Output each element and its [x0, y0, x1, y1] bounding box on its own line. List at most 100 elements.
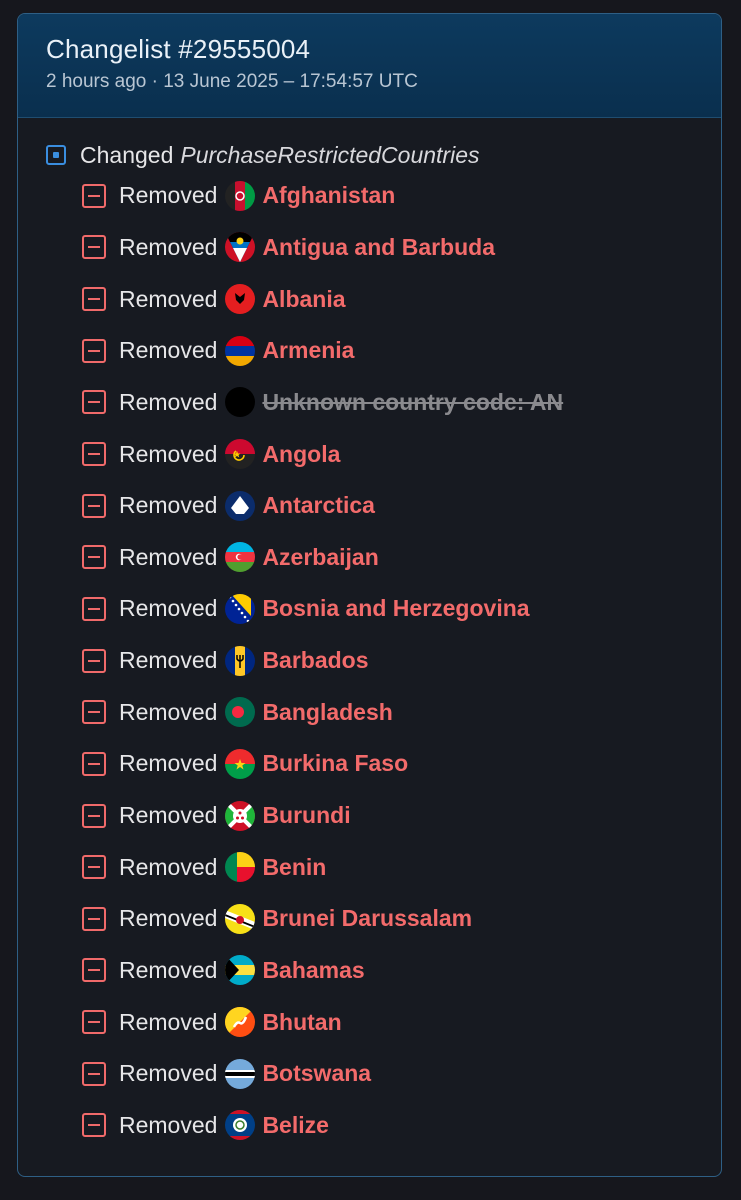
list-item: Removed Bangladesh [82, 686, 721, 738]
changed-icon [46, 145, 66, 165]
changelist-title[interactable]: Changelist #29555004 [46, 32, 721, 66]
list-item: Removed Bosnia and Herzegovina [82, 583, 721, 635]
burkina-faso-flag-icon [225, 748, 256, 779]
minus-icon [82, 596, 106, 621]
removed-label: Removed [119, 543, 218, 570]
removed-label: Removed [119, 905, 218, 932]
minus-icon [82, 648, 106, 673]
removed-label: Removed [119, 1111, 218, 1138]
removed-label: Removed [119, 647, 218, 674]
country-link[interactable]: Afghanistan [262, 182, 395, 209]
minus-icon [82, 442, 106, 467]
minus-icon [82, 183, 106, 208]
minus-icon [82, 700, 106, 725]
bosnia-and-herzegovina-flag-icon [225, 593, 256, 624]
changelist-body: Changed PurchaseRestrictedCountries Remo… [18, 118, 721, 1151]
list-item: Removed Albania [82, 273, 721, 325]
minus-icon [82, 855, 106, 880]
country-link[interactable]: Azerbaijan [262, 544, 378, 571]
antigua-and-barbuda-flag-icon [225, 232, 256, 263]
minus-icon [82, 803, 106, 828]
list-item: Removed Burundi [82, 790, 721, 842]
changed-field-name: PurchaseRestrictedCountries [180, 141, 480, 168]
minus-icon [82, 287, 106, 312]
burundi-flag-icon [225, 800, 256, 831]
unknown-flag-icon [225, 387, 256, 418]
country-link[interactable]: Angola [262, 441, 340, 468]
minus-icon [82, 1113, 106, 1138]
list-item: Removed Benin [82, 841, 721, 893]
minus-icon [82, 751, 106, 776]
country-link[interactable]: Antigua and Barbuda [262, 234, 495, 261]
albania-flag-icon [225, 284, 256, 315]
bangladesh-flag-icon [225, 697, 256, 728]
removed-label: Removed [119, 182, 218, 209]
list-item: Removed Burkina Faso [82, 738, 721, 790]
minus-icon [82, 906, 106, 931]
list-item: Removed Belize [82, 1100, 721, 1152]
list-item: Removed Bhutan [82, 996, 721, 1048]
country-link[interactable]: Burkina Faso [262, 750, 408, 777]
list-item: Removed Armenia [82, 325, 721, 377]
country-link[interactable]: Antarctica [262, 492, 374, 519]
botswana-flag-icon [225, 1058, 256, 1089]
minus-icon [82, 493, 106, 518]
list-item: Removed Antigua and Barbuda [82, 222, 721, 274]
antarctica-flag-icon [225, 490, 256, 521]
removed-label: Removed [119, 698, 218, 725]
minus-icon [82, 1061, 106, 1086]
changelist-timestamp: 2 hours ago · 13 June 2025 – 17:54:57 UT… [46, 71, 418, 92]
bahamas-flag-icon [225, 955, 256, 986]
list-item: Removed Antarctica [82, 480, 721, 532]
country-link[interactable]: Albania [262, 286, 345, 313]
brunei-flag-icon [225, 903, 256, 934]
removed-label: Removed [119, 440, 218, 467]
bhutan-flag-icon [225, 1007, 256, 1038]
country-link[interactable]: Bhutan [262, 1009, 341, 1036]
removed-label: Removed [119, 388, 218, 415]
list-item: Removed Azerbaijan [82, 531, 721, 583]
list-item: Removed Brunei Darussalam [82, 893, 721, 945]
minus-icon [82, 235, 106, 260]
removed-label: Removed [119, 956, 218, 983]
removed-label: Removed [119, 853, 218, 880]
changelist-card: Changelist #29555004 2 hours ago · 13 Ju… [17, 13, 722, 1177]
changed-entry: Changed PurchaseRestrictedCountries [46, 140, 721, 170]
changelist-header: Changelist #29555004 2 hours ago · 13 Ju… [18, 14, 721, 118]
removed-label: Removed [119, 233, 218, 260]
changed-label: Changed [80, 141, 174, 168]
list-item: Removed Angola [82, 428, 721, 480]
country-link[interactable]: Brunei Darussalam [262, 905, 472, 932]
country-link[interactable]: Belize [262, 1112, 328, 1139]
removed-label: Removed [119, 337, 218, 364]
list-item: Removed Botswana [82, 1048, 721, 1100]
removed-label: Removed [119, 750, 218, 777]
angola-flag-icon [225, 439, 256, 470]
barbados-flag-icon [225, 645, 256, 676]
belize-flag-icon [225, 1110, 256, 1141]
minus-icon [82, 390, 106, 415]
removed-label: Removed [119, 1060, 218, 1087]
country-link[interactable]: Barbados [262, 647, 368, 674]
country-link[interactable]: Armenia [262, 337, 354, 364]
list-item: Removed Afghanistan [82, 170, 721, 222]
removed-label: Removed [119, 285, 218, 312]
afghanistan-flag-icon [225, 180, 256, 211]
removed-label: Removed [119, 595, 218, 622]
list-item: Removed Bahamas [82, 945, 721, 997]
minus-icon [82, 1010, 106, 1035]
country-link[interactable]: Burundi [262, 802, 350, 829]
armenia-flag-icon [225, 335, 256, 366]
benin-flag-icon [225, 852, 256, 883]
country-link[interactable]: Botswana [262, 1060, 371, 1087]
minus-icon [82, 958, 106, 983]
country-link[interactable]: Benin [262, 854, 326, 881]
country-link[interactable]: Bangladesh [262, 699, 392, 726]
country-link: Unknown country code: AN [262, 388, 564, 415]
country-link[interactable]: Bahamas [262, 957, 364, 984]
country-link[interactable]: Bosnia and Herzegovina [262, 595, 529, 622]
removed-label: Removed [119, 1008, 218, 1035]
azerbaijan-flag-icon [225, 542, 256, 573]
removed-label: Removed [119, 492, 218, 519]
list-item: Removed Unknown country code: AN [82, 377, 721, 429]
